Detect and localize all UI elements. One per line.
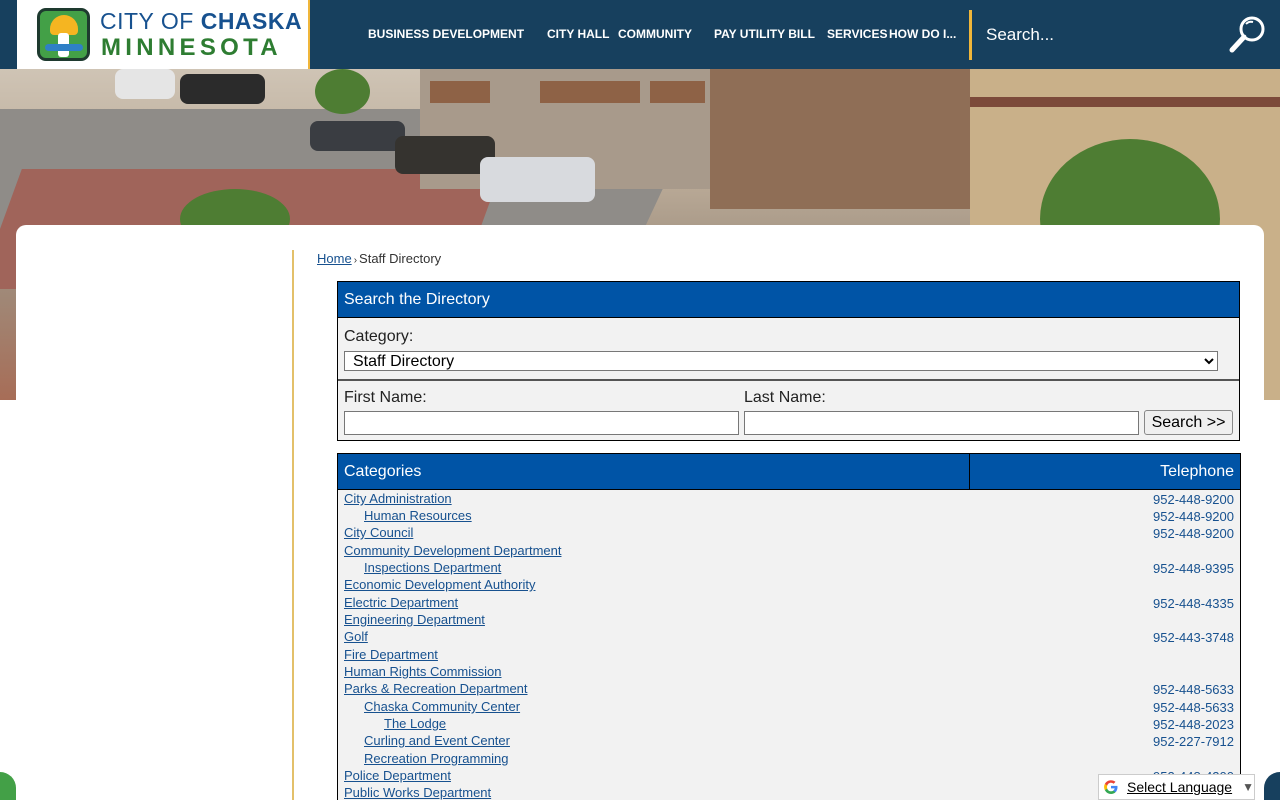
category-telephone: 952-443-3748: [1153, 630, 1234, 645]
category-link[interactable]: Community Development Department: [344, 543, 561, 558]
nav-community[interactable]: COMMUNITY: [618, 27, 692, 41]
category-row: Golf 952-443-3748: [338, 629, 1240, 646]
category-row: Fire Department: [338, 647, 1240, 664]
sidebar-divider: [292, 250, 294, 800]
category-link[interactable]: City Council: [344, 525, 413, 540]
nav-city-hall[interactable]: CITY HALL: [547, 27, 609, 41]
search-box-divider: [338, 379, 1239, 381]
category-link[interactable]: Human Rights Commission: [344, 664, 502, 679]
logo-subtitle: MINNESOTA: [101, 34, 282, 61]
category-link[interactable]: Fire Department: [344, 647, 438, 662]
translate-widget[interactable]: Select Language ▼: [1098, 774, 1255, 800]
city-emblem-icon: [37, 8, 90, 61]
category-link[interactable]: The Lodge: [384, 716, 446, 731]
category-row: Parks & Recreation Department 952-448-563…: [338, 681, 1240, 698]
category-row: City Council 952-448-9200: [338, 525, 1240, 542]
category-link[interactable]: Human Resources: [364, 508, 472, 523]
category-row: Economic Development Authority: [338, 577, 1240, 594]
breadcrumb-home[interactable]: Home: [317, 251, 352, 266]
category-telephone: 952-448-4335: [1153, 596, 1234, 611]
categories-table-header: Categories Telephone: [338, 454, 1240, 490]
category-label: Category:: [344, 328, 414, 345]
category-link[interactable]: Electric Department: [344, 595, 458, 610]
nav-how-do-i[interactable]: HOW DO I...: [889, 27, 956, 41]
category-row: Recreation Programming: [338, 751, 1240, 768]
category-telephone: 952-448-9200: [1153, 492, 1234, 507]
categories-column-header: Categories: [344, 463, 422, 480]
category-link[interactable]: Police Department: [344, 768, 451, 783]
category-telephone: 952-448-9395: [1153, 561, 1234, 576]
category-link[interactable]: Engineering Department: [344, 612, 485, 627]
city-logo[interactable]: CITY OF CHASKA MINNESOTA: [17, 0, 310, 69]
category-row: Engineering Department: [338, 612, 1240, 629]
category-select[interactable]: Staff Directory: [344, 351, 1218, 371]
category-telephone: 952-448-2023: [1153, 717, 1234, 732]
category-link[interactable]: Curling and Event Center: [364, 733, 510, 748]
category-link[interactable]: Recreation Programming: [364, 751, 509, 766]
decorative-wave: [1264, 772, 1280, 800]
category-row: The Lodge 952-448-2023: [338, 716, 1240, 733]
nav-services[interactable]: SERVICES: [827, 27, 887, 41]
category-link[interactable]: Golf: [344, 629, 368, 644]
category-row: Chaska Community Center 952-448-5633: [338, 699, 1240, 716]
category-row: Inspections Department 952-448-9395: [338, 560, 1240, 577]
last-name-input[interactable]: [744, 411, 1139, 435]
category-telephone: 952-448-5633: [1153, 682, 1234, 697]
category-telephone: 952-448-9200: [1153, 526, 1234, 541]
category-row: Curling and Event Center 952-227-7912: [338, 733, 1240, 750]
site-search: [969, 10, 1280, 60]
search-icon[interactable]: [1227, 14, 1269, 56]
last-name-label: Last Name:: [744, 389, 826, 406]
dropdown-arrow-icon: ▼: [1242, 780, 1254, 794]
category-link[interactable]: Economic Development Authority: [344, 577, 535, 592]
category-row: City Administration 952-448-9200: [338, 491, 1240, 508]
directory-search-box: Search the Directory Category: Staff Dir…: [337, 281, 1240, 441]
category-telephone: 952-227-7912: [1153, 734, 1234, 749]
category-link[interactable]: Parks & Recreation Department: [344, 681, 528, 696]
first-name-label: First Name:: [344, 389, 427, 406]
category-link[interactable]: Chaska Community Center: [364, 699, 520, 714]
breadcrumb-current: Staff Directory: [359, 251, 442, 266]
google-g-icon: [1104, 780, 1118, 794]
site-search-input[interactable]: [986, 22, 1226, 48]
nav-pay-utility-bill[interactable]: PAY UTILITY BILL: [714, 27, 815, 41]
decorative-wave: [0, 772, 16, 800]
categories-table: Categories Telephone City Administration…: [337, 453, 1241, 800]
category-row: Community Development Department: [338, 543, 1240, 560]
category-link[interactable]: Public Works Department: [344, 785, 491, 800]
select-language-label: Select Language: [1127, 779, 1233, 795]
category-link[interactable]: City Administration: [344, 491, 452, 506]
nav-business-development[interactable]: BUSINESS DEVELOPMENT: [368, 27, 524, 41]
breadcrumb: Home › Staff Directory: [317, 251, 442, 266]
logo-title: CITY OF CHASKA: [100, 8, 303, 34]
category-row: Electric Department 952-448-4335: [338, 595, 1240, 612]
directory-search-title: Search the Directory: [338, 282, 1239, 318]
category-row: Human Resources 952-448-9200: [338, 508, 1240, 525]
category-telephone: 952-448-5633: [1153, 700, 1234, 715]
site-header: CITY OF CHASKA MINNESOTA BUSINESS DEVELO…: [0, 0, 1280, 69]
category-telephone: 952-448-9200: [1153, 509, 1234, 524]
category-link[interactable]: Inspections Department: [364, 560, 501, 575]
telephone-column-header: Telephone: [1160, 463, 1234, 480]
category-row: Human Rights Commission: [338, 664, 1240, 681]
first-name-input[interactable]: [344, 411, 739, 435]
directory-search-button[interactable]: Search >>: [1144, 410, 1233, 435]
